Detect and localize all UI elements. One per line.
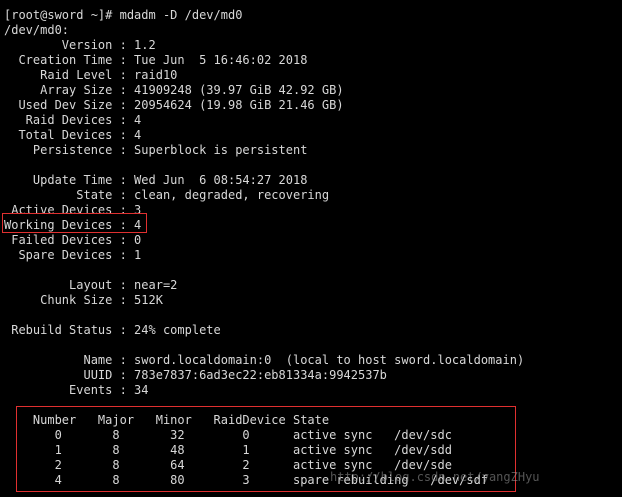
- terminal-line: UUID : 783e7837:6ad3ec22:eb81334a:994253…: [4, 368, 387, 382]
- terminal-line: Used Dev Size : 20954624 (19.98 GiB 21.4…: [4, 98, 344, 112]
- terminal-line: Rebuild Status : 24% complete: [4, 323, 221, 337]
- watermark-text: http://blog.csdn.net/yangZHyu: [330, 470, 540, 484]
- terminal-line: Raid Devices : 4: [4, 113, 142, 127]
- terminal-line: Version : 1.2: [4, 38, 156, 52]
- terminal-line: Layout : near=2: [4, 278, 178, 292]
- terminal-line: Chunk Size : 512K: [4, 293, 163, 307]
- terminal-line: State : clean, degraded, recovering: [4, 188, 330, 202]
- terminal-line: Spare Devices : 1: [4, 248, 142, 262]
- terminal-line: Total Devices : 4: [4, 128, 142, 142]
- terminal-line: [root@sword ~]# mdadm -D /dev/md0: [4, 8, 243, 22]
- terminal-line: Failed Devices : 0: [4, 233, 142, 247]
- terminal-line: Update Time : Wed Jun 6 08:54:27 2018: [4, 173, 308, 187]
- terminal-line: /dev/md0:: [4, 23, 70, 37]
- terminal-line: Array Size : 41909248 (39.97 GiB 42.92 G…: [4, 83, 344, 97]
- terminal-line: Creation Time : Tue Jun 5 16:46:02 2018: [4, 53, 308, 67]
- terminal-window[interactable]: [root@sword ~]# mdadm -D /dev/md0/dev/md…: [0, 0, 622, 497]
- working-devices-highlight: [2, 213, 147, 233]
- terminal-line: Persistence : Superblock is persistent: [4, 143, 308, 157]
- terminal-line: Events : 34: [4, 383, 149, 397]
- terminal-line: Raid Level : raid10: [4, 68, 178, 82]
- terminal-line: Name : sword.localdomain:0 (local to hos…: [4, 353, 525, 367]
